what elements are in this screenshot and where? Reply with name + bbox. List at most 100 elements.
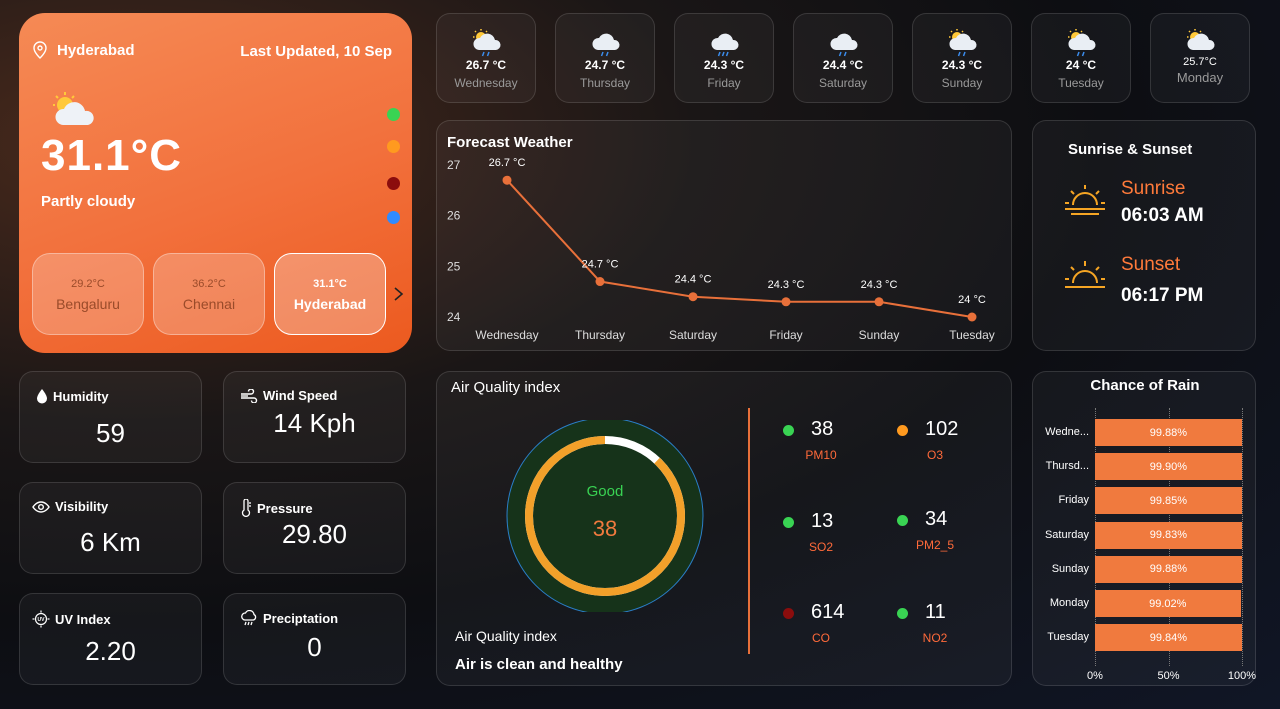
city-button-bengaluru[interactable]: 29.2°C Bengaluru xyxy=(32,253,144,335)
wind-label: Wind Speed xyxy=(263,388,338,403)
forecast-temp: 24.4 °C xyxy=(822,58,864,72)
cloud-heavy-rain-icon xyxy=(675,28,773,57)
pressure-label-row: Pressure xyxy=(240,499,313,517)
forecast-temp: 25.7°C xyxy=(1183,56,1217,68)
precip-value: 0 xyxy=(307,632,322,662)
location-pin-icon xyxy=(33,41,47,59)
humidity-label-row: Humidity xyxy=(36,388,109,404)
visibility-label: Visibility xyxy=(55,499,109,514)
forecast-card[interactable]: 26.7 °C Wednesday xyxy=(436,13,536,103)
air-quality-card: Air Quality index Good 38 Air Quality in… xyxy=(436,371,1012,686)
data-label: 26.7 °C xyxy=(489,157,526,169)
humidity-value: 59 xyxy=(96,418,125,448)
partly-cloudy-icon xyxy=(49,91,99,136)
sunset-label: Sunset xyxy=(1121,254,1181,275)
data-point[interactable] xyxy=(595,277,605,287)
rain-bar[interactable]: 99.88% xyxy=(1095,555,1242,583)
partly-cloudy-rain-icon xyxy=(913,28,1011,57)
pollutant-value: 13 xyxy=(811,510,834,532)
forecast-card[interactable]: 24 °C Tuesday xyxy=(1031,13,1131,103)
visibility-card: Visibility 6 Km xyxy=(19,482,202,574)
forecast-weather-card: Forecast Weather 27 26 25 24 26.7 °C Wednesda… xyxy=(436,120,1012,351)
y-tick-label: 25 xyxy=(447,259,461,273)
y-tick-label: 24 xyxy=(447,310,461,324)
forecast-card[interactable]: 24.7 °C Thursday xyxy=(555,13,655,103)
data-label: 24.3 °C xyxy=(768,279,805,291)
cloud-rain-icon xyxy=(241,610,257,626)
forecast-day: Wednesday xyxy=(454,76,518,90)
forecast-temp: 26.7 °C xyxy=(465,58,507,72)
pollutant-status-dot xyxy=(897,425,908,436)
cloud-rain-icon xyxy=(556,28,654,57)
forecast-card[interactable]: 24.3 °C Friday xyxy=(674,13,774,103)
forecast-temp: 24.7 °C xyxy=(584,58,626,72)
data-point[interactable] xyxy=(502,175,512,185)
sunset-time: 06:17 PM xyxy=(1121,285,1204,306)
category-label: Sunday xyxy=(1051,562,1089,575)
chance-of-rain-card: Chance of Rain 0% 50% 100% Wedne... 99.88% Th… xyxy=(1032,371,1256,686)
category-label: Wedne... xyxy=(1045,426,1089,438)
rain-bar[interactable]: 99.85% xyxy=(1095,487,1242,515)
wind-icon xyxy=(241,388,258,403)
sunset-icon xyxy=(1065,261,1105,288)
partly-cloudy-rain-icon xyxy=(1032,28,1130,57)
rain-bar[interactable]: 99.83% xyxy=(1095,521,1242,549)
data-point[interactable] xyxy=(781,297,791,307)
pollutant-name: PM10 xyxy=(805,448,837,462)
rain-bar[interactable]: 99.84% xyxy=(1095,624,1242,652)
city-temp: 29.2°C xyxy=(71,278,105,290)
x-tick-label: Wednesday xyxy=(475,328,538,342)
data-point[interactable] xyxy=(688,292,698,302)
pressure-label: Pressure xyxy=(257,500,313,516)
pollutant-value: 102 xyxy=(925,418,959,440)
x-tick-label: 0% xyxy=(1087,670,1103,682)
x-tick-label: Friday xyxy=(769,328,802,342)
pollutant-name: PM2_5 xyxy=(915,538,955,552)
humidity-label: Humidity xyxy=(53,388,109,404)
forecast-card[interactable]: 25.7°C Monday xyxy=(1150,13,1250,103)
uv-sun-icon: UV xyxy=(32,610,50,628)
forecast-day: Tuesday xyxy=(1058,76,1104,90)
forecast-card[interactable]: 24.4 °C Saturday xyxy=(793,13,893,103)
city-name: Bengaluru xyxy=(56,296,120,312)
pollutant-status-dot xyxy=(897,608,908,619)
forecast-day: Monday xyxy=(1176,70,1224,85)
x-tick-label: 50% xyxy=(1157,670,1180,682)
city-temp: 31.1°C xyxy=(313,278,347,290)
svg-text:UV: UV xyxy=(38,617,46,623)
data-point[interactable] xyxy=(967,312,977,322)
rain-bar[interactable]: 99.90% xyxy=(1095,453,1242,481)
current-temperature: 31.1°C xyxy=(41,131,183,180)
indicator-dot-darkred xyxy=(387,177,400,190)
city-button-hyderabad[interactable]: 31.1°C Hyderabad xyxy=(274,253,386,335)
data-label: 24.4 °C xyxy=(675,274,712,286)
uv-label-row: UV UV Index xyxy=(32,610,111,628)
rain-bar[interactable]: 99.02% xyxy=(1095,590,1241,617)
aqi-divider xyxy=(748,408,750,654)
city-name: Chennai xyxy=(182,296,236,312)
forecast-temp: 24.3 °C xyxy=(703,58,745,72)
visibility-label-row: Visibility xyxy=(32,499,108,514)
partly-cloudy-rain-icon xyxy=(437,28,535,57)
pollutant-value: 34 xyxy=(925,508,948,530)
gauge-value: 38 xyxy=(593,516,617,541)
data-label: 24.3 °C xyxy=(861,279,898,291)
rain-bar[interactable]: 99.88% xyxy=(1095,419,1242,446)
data-label: 24.7 °C xyxy=(582,259,619,271)
current-weather-card: Hyderabad Last Updated, 10 Sep 31.1°C Pa… xyxy=(19,13,412,353)
wind-value: 14 Kph xyxy=(273,408,356,438)
forecast-card[interactable]: 24.3 °C Sunday xyxy=(912,13,1012,103)
rain-bar-chart: 0% 50% 100% Wedne... 99.88% Thursd... 99.90% Fr… xyxy=(1033,372,1257,687)
precip-label: Preciptation xyxy=(263,610,339,626)
chevron-right-icon[interactable] xyxy=(390,283,406,305)
data-point[interactable] xyxy=(874,297,884,307)
gauge-status: Good xyxy=(587,483,624,500)
forecast-day: Thursday xyxy=(579,76,631,90)
pollutant-name: O3 xyxy=(926,448,943,462)
pollutant-status-dot xyxy=(897,515,908,526)
precip-label-row: Preciptation xyxy=(240,610,338,626)
pollutant-value: 38 xyxy=(811,418,834,440)
partly-cloudy-icon xyxy=(1151,28,1249,54)
city-button-chennai[interactable]: 36.2°C Chennai xyxy=(153,253,265,335)
category-label: Tuesday xyxy=(1047,631,1089,644)
